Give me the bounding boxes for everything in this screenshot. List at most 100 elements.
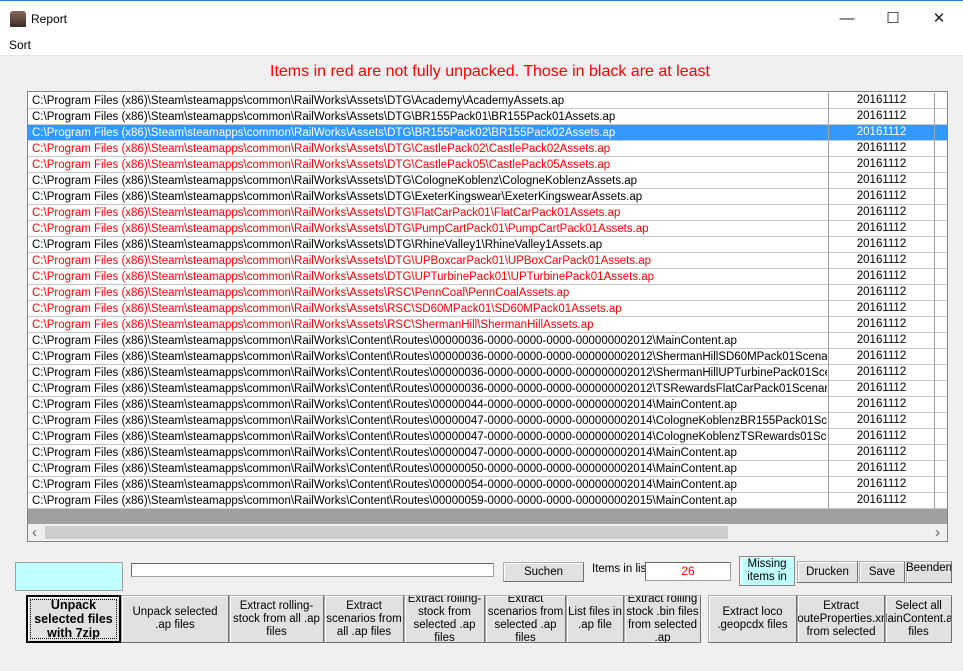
maximize-button[interactable]: ☐ [870, 7, 916, 31]
file-date: 20161112 [828, 477, 935, 493]
list-row[interactable]: C:\Program Files (x86)\Steam\steamapps\c… [28, 93, 947, 109]
minimize-button[interactable]: — [824, 7, 870, 31]
file-path: C:\Program Files (x86)\Steam\steamapps\c… [32, 223, 649, 235]
list-row[interactable]: C:\Program Files (x86)\Steam\steamapps\c… [28, 317, 947, 333]
search-input[interactable] [131, 563, 494, 577]
file-path: C:\Program Files (x86)\Steam\steamapps\c… [32, 367, 827, 379]
list-row[interactable]: C:\Program Files (x86)\Steam\steamapps\c… [28, 333, 947, 349]
file-path: C:\Program Files (x86)\Steam\steamapps\c… [32, 127, 616, 139]
file-date: 20161112 [828, 349, 935, 365]
extract-routeproperties-button[interactable]: Extract RouteProperties.xml from selecte… [797, 595, 885, 643]
file-path: C:\Program Files (x86)\Steam\steamapps\c… [32, 95, 565, 107]
select-all-maincontent-button[interactable]: Select all MainContent.ap files [885, 595, 952, 643]
list-files-button[interactable]: List files in .ap file [566, 595, 624, 643]
list-row[interactable]: C:\Program Files (x86)\Steam\steamapps\c… [28, 253, 947, 269]
list-empty-area [28, 509, 947, 524]
search-button[interactable]: Suchen [503, 562, 584, 582]
file-date: 20161112 [828, 221, 935, 237]
file-date: 20161112 [828, 397, 935, 413]
file-path: C:\Program Files (x86)\Steam\steamapps\c… [32, 175, 638, 187]
file-date: 20161112 [828, 445, 935, 461]
legend-notice: Items in red are not fully unpacked. Tho… [270, 63, 710, 80]
file-date: 20161112 [828, 301, 935, 317]
file-date: 20161112 [828, 493, 935, 509]
file-date: 20161112 [828, 365, 935, 381]
file-path: C:\Program Files (x86)\Steam\steamapps\c… [32, 351, 827, 363]
file-path: C:\Program Files (x86)\Steam\steamapps\c… [32, 431, 827, 443]
extract-rolling-stock-selected-button[interactable]: Extract rolling-stock from selected .ap … [404, 595, 485, 643]
exit-button[interactable]: Beenden [906, 561, 952, 583]
file-path: C:\Program Files (x86)\Steam\steamapps\c… [32, 447, 737, 459]
list-row[interactable]: C:\Program Files (x86)\Steam\steamapps\c… [28, 381, 947, 397]
file-date: 20161112 [828, 237, 935, 253]
list-row[interactable]: C:\Program Files (x86)\Steam\steamapps\c… [28, 301, 947, 317]
close-button[interactable]: ✕ [916, 7, 962, 31]
list-row[interactable]: C:\Program Files (x86)\Steam\steamapps\c… [28, 109, 947, 125]
print-button[interactable]: Drucken [797, 561, 858, 583]
file-path: C:\Program Files (x86)\Steam\steamapps\c… [32, 287, 570, 299]
file-date: 20161112 [828, 157, 935, 173]
list-row[interactable]: C:\Program Files (x86)\Steam\steamapps\c… [28, 237, 947, 253]
file-path: C:\Program Files (x86)\Steam\steamapps\c… [32, 479, 737, 491]
file-path: C:\Program Files (x86)\Steam\steamapps\c… [32, 383, 827, 395]
horizontal-scrollbar[interactable]: ‹ › [28, 524, 947, 541]
file-path: C:\Program Files (x86)\Steam\steamapps\c… [32, 335, 737, 347]
list-row[interactable]: C:\Program Files (x86)\Steam\steamapps\c… [28, 445, 947, 461]
missing-items-button[interactable]: Missing items in [739, 556, 795, 586]
list-row[interactable]: C:\Program Files (x86)\Steam\steamapps\c… [28, 461, 947, 477]
list-row[interactable]: C:\Program Files (x86)\Steam\steamapps\c… [28, 349, 947, 365]
scroll-left-icon[interactable]: ‹ [32, 524, 37, 541]
file-date: 20161112 [828, 413, 935, 429]
file-date: 20161112 [828, 93, 935, 109]
file-date: 20161112 [828, 173, 935, 189]
list-row[interactable]: C:\Program Files (x86)\Steam\steamapps\c… [28, 269, 947, 285]
file-path: C:\Program Files (x86)\Steam\steamapps\c… [32, 159, 611, 171]
list-row[interactable]: C:\Program Files (x86)\Steam\steamapps\c… [28, 477, 947, 493]
file-path: C:\Program Files (x86)\Steam\steamapps\c… [32, 255, 652, 267]
extract-scenarios-selected-button[interactable]: Extract scenarios from selected .ap file… [485, 595, 566, 643]
window-title: Report [31, 12, 68, 26]
title-bar: Report — ☐ ✕ [0, 0, 963, 36]
file-path: C:\Program Files (x86)\Steam\steamapps\c… [32, 303, 622, 315]
file-path: C:\Program Files (x86)\Steam\steamapps\c… [32, 207, 621, 219]
list-row[interactable]: C:\Program Files (x86)\Steam\steamapps\c… [28, 157, 947, 173]
file-date: 20161112 [828, 189, 935, 205]
items-in-list-label: Items in list [592, 563, 650, 575]
list-row[interactable]: C:\Program Files (x86)\Steam\steamapps\c… [28, 493, 947, 509]
extract-rolling-stock-all-button[interactable]: Extract rolling-stock from all .ap files [229, 595, 324, 643]
list-row[interactable]: C:\Program Files (x86)\Steam\steamapps\c… [28, 365, 947, 381]
list-row[interactable]: C:\Program Files (x86)\Steam\steamapps\c… [28, 397, 947, 413]
file-date: 20161112 [828, 269, 935, 285]
file-date: 20161112 [828, 141, 935, 157]
unpack-7zip-button[interactable]: Unpack selected files with 7zip [26, 595, 121, 643]
list-row[interactable]: C:\Program Files (x86)\Steam\steamapps\c… [28, 285, 947, 301]
file-date: 20161112 [828, 253, 935, 269]
save-button[interactable]: Save [859, 561, 905, 583]
file-path: C:\Program Files (x86)\Steam\steamapps\c… [32, 239, 603, 251]
file-date: 20161112 [828, 109, 935, 125]
extract-bin-files-button[interactable]: Extract rolling stock .bin files from se… [624, 595, 701, 643]
train-icon [10, 11, 26, 27]
file-list[interactable]: C:\Program Files (x86)\Steam\steamapps\c… [27, 91, 948, 542]
extract-scenarios-all-button[interactable]: Extract scenarios from all .ap files [324, 595, 404, 643]
file-path: C:\Program Files (x86)\Steam\steamapps\c… [32, 319, 594, 331]
list-row[interactable]: C:\Program Files (x86)\Steam\steamapps\c… [28, 205, 947, 221]
file-path: C:\Program Files (x86)\Steam\steamapps\c… [32, 495, 737, 507]
extract-geopcdx-button[interactable]: Extract loco .geopcdx files [708, 595, 797, 643]
scroll-right-icon[interactable]: › [935, 524, 940, 541]
file-date: 20161112 [828, 285, 935, 301]
menu-sort[interactable]: Sort [9, 38, 31, 52]
list-row[interactable]: C:\Program Files (x86)\Steam\steamapps\c… [28, 413, 947, 429]
list-row[interactable]: C:\Program Files (x86)\Steam\steamapps\c… [28, 173, 947, 189]
list-row[interactable]: C:\Program Files (x86)\Steam\steamapps\c… [28, 189, 947, 205]
list-row[interactable]: C:\Program Files (x86)\Steam\steamapps\c… [28, 125, 947, 141]
unpack-selected-button[interactable]: Unpack selected .ap files [121, 595, 229, 643]
file-path: C:\Program Files (x86)\Steam\steamapps\c… [32, 399, 737, 411]
file-path: C:\Program Files (x86)\Steam\steamapps\c… [32, 463, 737, 475]
scrollbar-thumb[interactable] [45, 526, 728, 539]
file-date: 20161112 [828, 205, 935, 221]
list-row[interactable]: C:\Program Files (x86)\Steam\steamapps\c… [28, 221, 947, 237]
list-row[interactable]: C:\Program Files (x86)\Steam\steamapps\c… [28, 141, 947, 157]
list-row[interactable]: C:\Program Files (x86)\Steam\steamapps\c… [28, 429, 947, 445]
file-path: C:\Program Files (x86)\Steam\steamapps\c… [32, 111, 616, 123]
